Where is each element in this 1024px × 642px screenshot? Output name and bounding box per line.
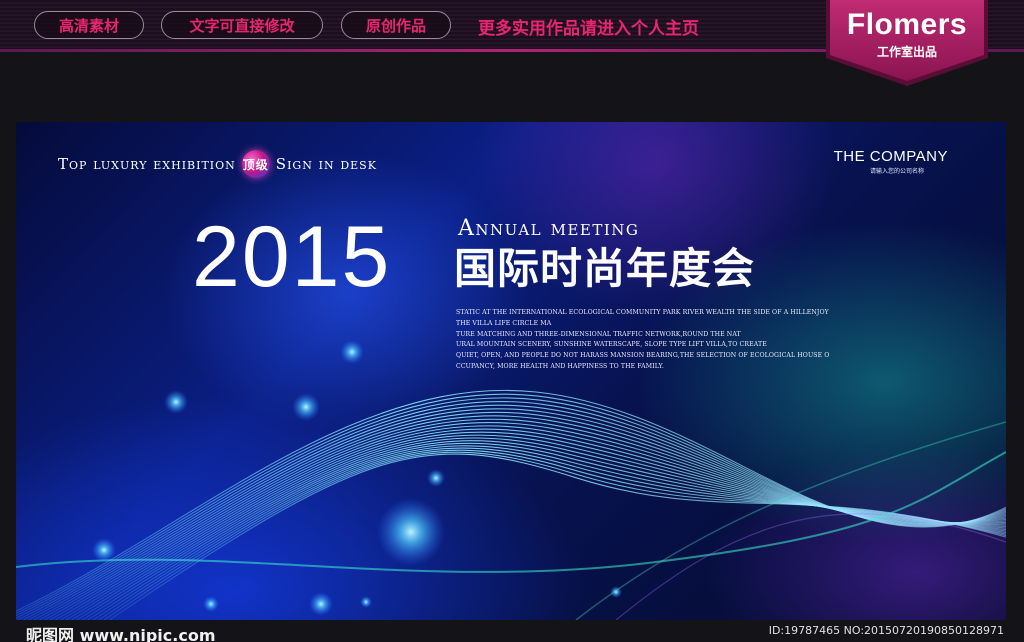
description-line: TURE MATCHING AND THREE-DIMENSIONAL TRAF… — [456, 330, 741, 338]
studio-badge: Flomers 工作室出品 — [826, 0, 988, 86]
wave-line — [38, 418, 1006, 620]
pill-original-work[interactable]: 原创作品 — [341, 11, 451, 39]
light-bokeh — [360, 596, 372, 608]
footer: 昵图网 www.nipic.com ID:19787465 NO:2015072… — [0, 620, 1024, 642]
annual-meeting-poster: Top luxury exhibition 顶级 Sign in desk TH… — [16, 122, 1006, 620]
light-bokeh — [377, 498, 445, 566]
wave-line — [92, 447, 1006, 620]
description-line: URAL MOUNTAIN SCENERY, SUNSHINE WATERSCA… — [456, 341, 767, 349]
light-bokeh — [340, 340, 364, 364]
wave-line — [16, 393, 1006, 614]
company-name: THE COMPANY — [833, 148, 948, 165]
company-placeholder: 请输入您的公司名称 — [869, 168, 924, 175]
pill-hd-material[interactable]: 高清素材 — [34, 11, 144, 39]
pill-editable-text[interactable]: 文字可直接修改 — [161, 11, 323, 39]
annual-meeting-heading: Annual meeting — [458, 216, 640, 241]
light-bokeh — [164, 390, 188, 414]
wave-line — [60, 431, 1006, 620]
wave-line — [55, 428, 1006, 620]
light-bokeh — [427, 469, 445, 487]
wave-line — [87, 445, 1006, 620]
description-line: QUIET, OPEN, AND PEOPLE DO NOT HARASS MA… — [456, 352, 830, 360]
tagline-badge: 顶级 — [241, 150, 270, 178]
tagline-before: Top luxury exhibition — [58, 155, 236, 173]
light-bokeh — [292, 393, 320, 421]
more-works-link[interactable]: 更多实用作品请进入个人主页 — [478, 14, 699, 39]
tagline: Top luxury exhibition 顶级 Sign in desk — [58, 150, 377, 178]
wave-line — [16, 389, 1006, 612]
badge-title: Flomers — [846, 8, 968, 41]
image-id: ID:19787465 NO:20150720190850128971 — [768, 624, 1004, 637]
chinese-title: 国际时尚年度会 — [454, 244, 756, 293]
wave-line — [109, 453, 1006, 620]
description-line: CCUPANCY, MORE HEALTH AND HAPPINESS TO T… — [456, 362, 664, 370]
year-heading: 2015 — [192, 209, 392, 305]
light-bokeh — [309, 592, 333, 616]
tagline-after: Sign in desk — [275, 155, 377, 173]
light-bokeh — [92, 538, 116, 562]
light-bokeh — [203, 596, 219, 612]
site-watermark: 昵图网 www.nipic.com — [26, 626, 216, 642]
description-line: STATIC AT THE INTERNATIONAL ECOLOGICAL C… — [456, 309, 829, 316]
description-block: STATIC AT THE INTERNATIONAL ECOLOGICAL C… — [456, 308, 856, 373]
description-line: THE VILLA LIFE CIRCLE MA — [456, 319, 552, 327]
badge-subtitle: 工作室出品 — [876, 45, 937, 59]
